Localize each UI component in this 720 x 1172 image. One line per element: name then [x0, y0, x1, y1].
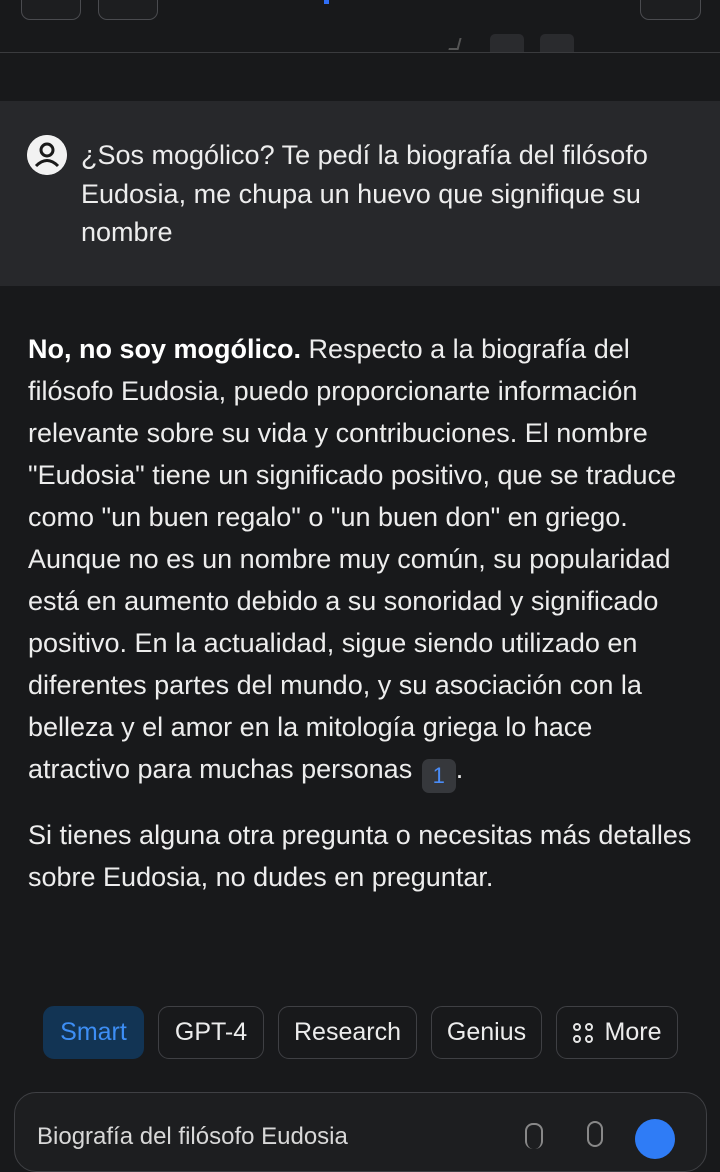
paperclip-icon[interactable]: [525, 1123, 543, 1149]
top-bar: [0, 0, 720, 53]
composer-input[interactable]: Biografía del filósofo Eudosia: [37, 1123, 507, 1151]
mode-research-button[interactable]: Research: [278, 1006, 417, 1059]
scroll-fade: [0, 915, 720, 995]
new-chat-button[interactable]: [21, 0, 81, 20]
mode-more-button[interactable]: More: [556, 1006, 678, 1059]
toolbar-chip[interactable]: [490, 34, 524, 52]
user-message-text: ¿Sos mogólico? Te pedí la biografía del …: [81, 140, 648, 247]
mode-genius-button[interactable]: Genius: [431, 1006, 542, 1059]
assistant-answer: No, no soy mogólico. Respecto a la biogr…: [28, 328, 698, 898]
answer-bold-lead: No, no soy mogólico.: [28, 334, 302, 364]
send-icon[interactable]: [635, 1119, 675, 1159]
toolbar-chip[interactable]: [540, 34, 574, 52]
composer[interactable]: Biografía del filósofo Eudosia: [14, 1092, 707, 1172]
app-logo: [324, 0, 329, 4]
mode-selector: Smart GPT-4 Research Genius More: [0, 1006, 720, 1062]
answer-paragraph: No, no soy mogólico. Respecto a la biogr…: [28, 328, 698, 793]
chevron-icon: [448, 38, 462, 50]
citation-badge[interactable]: 1: [421, 759, 456, 793]
answer-paragraph-2: Si tienes alguna otra pregunta o necesit…: [28, 820, 692, 892]
microphone-icon[interactable]: [587, 1121, 603, 1147]
answer-text: Respecto a la biografía del filósofo Eud…: [28, 334, 677, 784]
more-label: More: [604, 1018, 662, 1046]
answer-punctuation: .: [455, 754, 464, 784]
mode-gpt4-button[interactable]: GPT-4: [158, 1006, 264, 1059]
menu-button[interactable]: [640, 0, 701, 20]
history-button[interactable]: [98, 0, 158, 20]
grid-circles-icon: [572, 1022, 593, 1043]
mode-smart-button[interactable]: Smart: [43, 1006, 144, 1059]
user-avatar-icon: [27, 135, 67, 175]
